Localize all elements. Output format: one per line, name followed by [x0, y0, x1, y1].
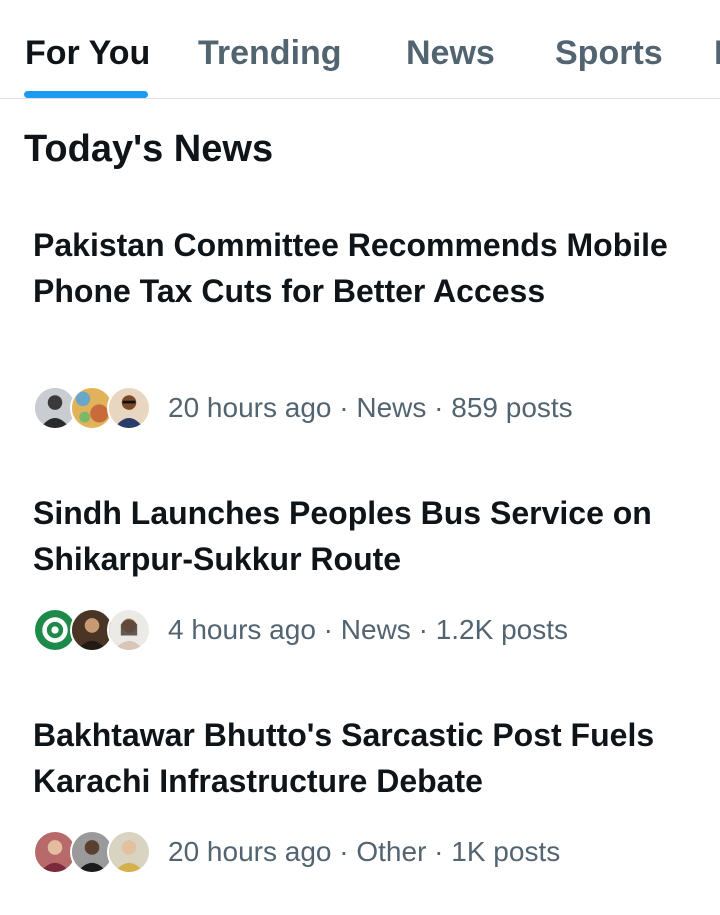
- news-meta-text: 20 hours ago · News · 859 posts: [168, 392, 573, 423]
- news-time: 20 hours ago: [168, 836, 332, 867]
- news-headline: Pakistan Committee Recommends Mobile Pho…: [33, 227, 668, 309]
- news-post-count: 1K posts: [451, 836, 561, 867]
- news-category: Other: [356, 836, 427, 867]
- news-headline: Bakhtawar Bhutto's Sarcastic Post Fuels …: [33, 717, 655, 799]
- news-meta-text: 20 hours ago · Other · 1K posts: [168, 836, 561, 867]
- news-time: 4 hours ago: [168, 614, 316, 645]
- avatar-stack: [33, 828, 153, 876]
- news-time: 20 hours ago: [168, 392, 332, 423]
- avatar-stack: [33, 606, 153, 654]
- active-tab-indicator: [24, 91, 148, 98]
- woman-avatar: [107, 608, 151, 652]
- tab-entertainment-partial[interactable]: E: [714, 33, 720, 73]
- tab-trending[interactable]: Trending: [198, 33, 342, 73]
- news-item[interactable]: Bakhtawar Bhutto's Sarcastic Post Fuels …: [0, 712, 720, 882]
- tab-for-you[interactable]: For You: [25, 33, 150, 73]
- news-post-count: 859 posts: [451, 392, 573, 423]
- top-tab-bar: For You Trending News Sports E: [0, 0, 720, 99]
- news-headline: Sindh Launches Peoples Bus Service on Sh…: [33, 495, 652, 577]
- man-avatar: [107, 386, 151, 430]
- news-meta-text: 4 hours ago · News · 1.2K posts: [168, 614, 568, 645]
- tab-news[interactable]: News: [406, 33, 495, 73]
- tab-sports[interactable]: Sports: [555, 33, 663, 73]
- news-post-count: 1.2K posts: [435, 614, 568, 645]
- woman-avatar: [107, 830, 151, 874]
- avatar-stack: [33, 384, 153, 432]
- news-item[interactable]: Sindh Launches Peoples Bus Service on Sh…: [0, 490, 720, 660]
- section-title: Today's News: [24, 128, 274, 170]
- news-category: News: [356, 392, 427, 423]
- news-category: News: [340, 614, 411, 645]
- news-item[interactable]: Pakistan Committee Recommends Mobile Pho…: [0, 222, 720, 432]
